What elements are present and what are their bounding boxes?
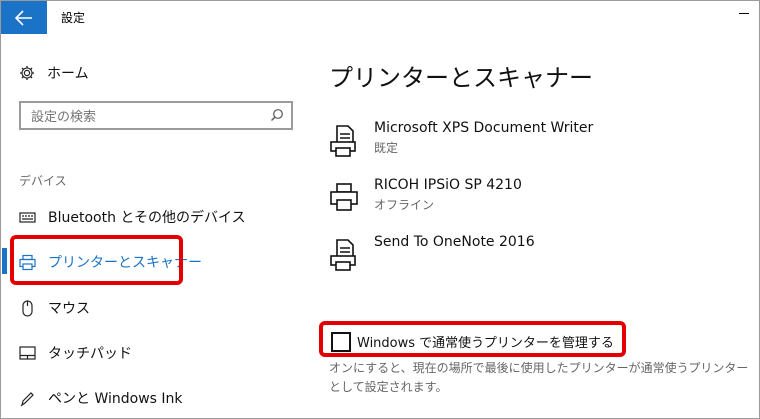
printer-status: オフライン xyxy=(374,198,435,212)
manage-default-description: オンにすると、現在の場所で最後に使用したプリンターが通常使うプリンターとして設定… xyxy=(329,361,749,394)
arrow-left-icon xyxy=(15,9,32,26)
printer-status: 既定 xyxy=(374,141,399,155)
page-title: プリンターとスキャナー xyxy=(329,64,593,92)
bluetooth-devices-icon xyxy=(19,212,36,223)
printer-item[interactable]: RICOH IPSiO SP 4210 オフライン xyxy=(329,177,709,227)
section-label-devices: デバイス xyxy=(19,174,67,188)
printer-icon xyxy=(330,183,358,211)
printer-name: Microsoft XPS Document Writer xyxy=(374,120,594,136)
sidebar-item-label: ペンと Windows Ink xyxy=(48,391,183,407)
printer-name: Send To OneNote 2016 xyxy=(374,234,535,250)
sidebar-item-label: Bluetooth とその他のデバイス xyxy=(48,210,246,226)
sidebar-item-mouse[interactable]: マウス xyxy=(1,288,306,328)
document-printer-icon xyxy=(330,125,356,157)
search-input[interactable] xyxy=(29,107,271,127)
pen-icon xyxy=(20,392,34,407)
gear-icon xyxy=(20,66,34,80)
printer-item[interactable]: Microsoft XPS Document Writer 既定 xyxy=(329,120,709,170)
title-bar: 設定 xyxy=(1,1,759,34)
window-title: 設定 xyxy=(61,11,86,25)
home-label: ホーム xyxy=(47,66,89,82)
highlight-box-printers xyxy=(10,235,183,285)
mouse-icon xyxy=(22,300,33,317)
sidebar-item-bluetooth[interactable]: Bluetooth とその他のデバイス xyxy=(1,197,306,237)
touchpad-icon xyxy=(19,346,36,360)
settings-search[interactable] xyxy=(19,101,293,130)
sidebar-item-label: タッチパッド xyxy=(48,346,132,362)
settings-window: 設定 ホーム デバイス Bluetooth とその他のデバイス プリ xyxy=(0,0,760,419)
printer-name: RICOH IPSiO SP 4210 xyxy=(374,177,522,193)
sidebar-item-pen[interactable]: ペンと Windows Ink xyxy=(1,378,306,418)
sidebar-item-touchpad[interactable]: タッチパッド xyxy=(1,333,306,373)
printer-item[interactable]: Send To OneNote 2016 xyxy=(329,234,709,284)
minimize-button[interactable] xyxy=(739,13,749,14)
search-icon[interactable] xyxy=(270,108,284,122)
highlight-box-checkbox xyxy=(319,321,626,357)
home-nav-item[interactable]: ホーム xyxy=(19,63,89,83)
back-button[interactable] xyxy=(1,1,47,34)
document-printer-icon xyxy=(330,239,356,271)
sidebar-item-label: マウス xyxy=(48,301,90,317)
